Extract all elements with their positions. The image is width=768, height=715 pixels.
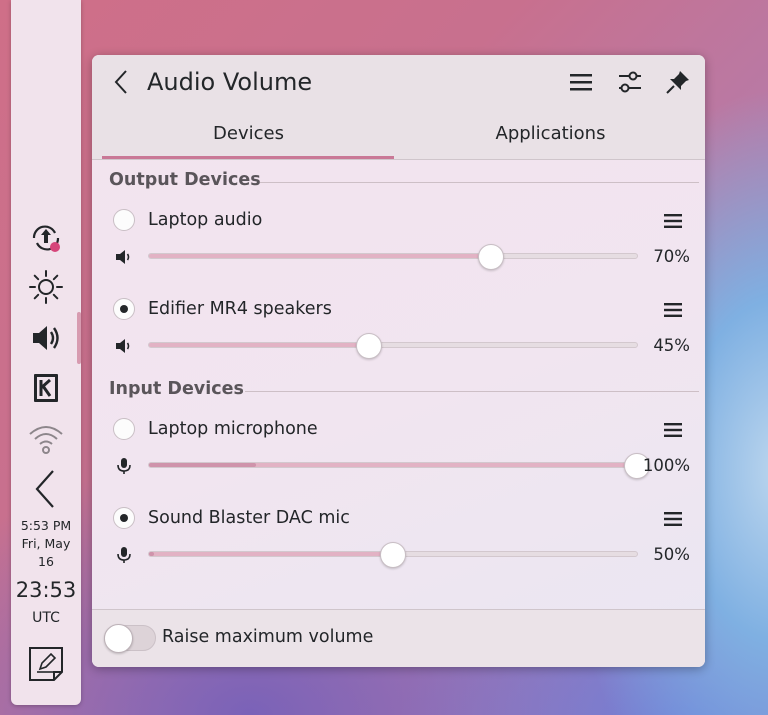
device-radio-laptop-microphone[interactable] bbox=[113, 418, 135, 440]
device-radio-laptop-audio[interactable] bbox=[113, 209, 135, 231]
volume-percent: 45% bbox=[653, 336, 690, 355]
volume-percent: 50% bbox=[653, 545, 690, 564]
device-menu-button[interactable] bbox=[662, 508, 684, 530]
hamburger-icon bbox=[664, 214, 682, 228]
hamburger-icon bbox=[570, 74, 592, 91]
hamburger-icon bbox=[664, 303, 682, 317]
device-menu-button[interactable] bbox=[662, 419, 684, 441]
tab-applications[interactable]: Applications bbox=[403, 121, 698, 159]
clock-date-line1: Fri, May bbox=[21, 536, 71, 551]
input-devices-heading: Input Devices bbox=[109, 379, 244, 399]
configure-sliders-icon bbox=[619, 71, 641, 93]
section-divider bbox=[260, 182, 699, 183]
volume-slider[interactable] bbox=[148, 333, 638, 359]
toggle-knob[interactable] bbox=[104, 624, 133, 653]
device-radio-edifier-speakers[interactable] bbox=[113, 298, 135, 320]
device-name: Laptop audio bbox=[148, 210, 263, 230]
input-level-meter bbox=[149, 552, 154, 556]
audio-volume-popup: Audio Volume Devices Applications Output… bbox=[92, 55, 705, 667]
hamburger-icon bbox=[664, 512, 682, 526]
kde-connect-icon[interactable] bbox=[27, 369, 65, 407]
wifi-icon[interactable] bbox=[27, 419, 65, 457]
device-name: Sound Blaster DAC mic bbox=[148, 508, 350, 528]
hamburger-icon bbox=[664, 423, 682, 437]
raise-max-volume-label[interactable]: Raise maximum volume bbox=[162, 627, 373, 647]
active-tab-indicator bbox=[102, 156, 394, 159]
collapse-arrow-icon[interactable] bbox=[27, 470, 65, 508]
hamburger-menu-button[interactable] bbox=[567, 68, 595, 96]
clock-time[interactable]: 5:53 PM bbox=[11, 517, 81, 534]
updates-icon[interactable] bbox=[27, 219, 65, 257]
output-devices-heading: Output Devices bbox=[109, 170, 261, 190]
back-arrow-icon bbox=[114, 70, 127, 94]
popup-header: Audio Volume Devices Applications bbox=[92, 55, 705, 160]
volume-slider[interactable] bbox=[148, 542, 638, 568]
device-menu-button[interactable] bbox=[662, 299, 684, 321]
volume-slider-fill bbox=[149, 552, 393, 556]
back-button[interactable] bbox=[108, 69, 134, 95]
volume-icon[interactable] bbox=[27, 319, 65, 357]
device-menu-button[interactable] bbox=[662, 210, 684, 232]
volume-percent: 70% bbox=[653, 247, 690, 266]
volume-slider-handle[interactable] bbox=[355, 333, 382, 359]
utc-clock-time[interactable]: 23:53 bbox=[11, 578, 81, 602]
section-divider bbox=[245, 391, 699, 392]
brightness-icon[interactable] bbox=[27, 268, 65, 306]
tab-devices[interactable]: Devices bbox=[101, 121, 396, 159]
volume-slider-fill bbox=[149, 254, 491, 258]
volume-slider-handle[interactable] bbox=[380, 542, 406, 568]
device-name: Laptop microphone bbox=[148, 419, 318, 439]
active-tray-indicator bbox=[77, 312, 81, 364]
speaker-icon[interactable] bbox=[114, 336, 134, 356]
vertical-panel: 5:53 PM Fri, May 16 23:53 UTC bbox=[11, 0, 81, 705]
volume-percent: 100% bbox=[642, 456, 690, 475]
device-name: Edifier MR4 speakers bbox=[148, 299, 332, 319]
clock-date-line2: 16 bbox=[38, 554, 54, 569]
volume-slider-handle[interactable] bbox=[477, 244, 504, 270]
popup-footer: Raise maximum volume bbox=[92, 609, 705, 667]
speaker-icon[interactable] bbox=[114, 247, 134, 267]
popup-title: Audio Volume bbox=[147, 68, 313, 96]
configure-button[interactable] bbox=[616, 68, 644, 96]
microphone-icon[interactable] bbox=[114, 456, 134, 476]
notes-icon[interactable] bbox=[26, 644, 66, 684]
utc-clock-label: UTC bbox=[32, 610, 60, 626]
volume-slider-fill bbox=[149, 343, 369, 347]
pin-icon bbox=[666, 71, 689, 94]
volume-slider[interactable] bbox=[148, 453, 650, 479]
microphone-icon[interactable] bbox=[114, 545, 134, 565]
input-level-meter bbox=[149, 463, 257, 467]
raise-max-volume-toggle[interactable] bbox=[104, 624, 156, 653]
pin-button[interactable] bbox=[664, 68, 692, 96]
device-radio-sound-blaster-mic[interactable] bbox=[113, 507, 135, 529]
volume-slider[interactable] bbox=[148, 244, 638, 270]
